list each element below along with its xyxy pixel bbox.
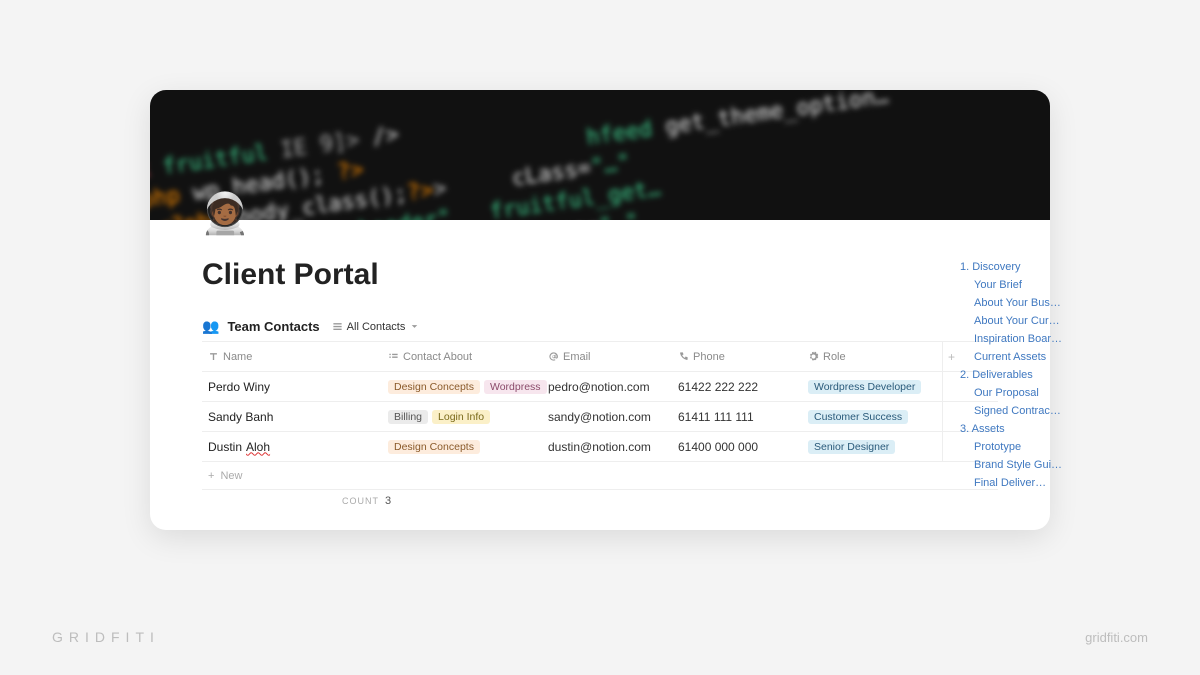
cell-name[interactable]: Dustin Aloh — [202, 440, 382, 454]
people-icon: 👥 — [202, 318, 219, 335]
toc-subitem[interactable]: Prototype — [960, 438, 1090, 456]
cell-contact-about[interactable]: Design ConceptsWordpress — [382, 380, 542, 394]
toc-subitem[interactable]: About Your Bus… — [960, 294, 1090, 312]
col-role[interactable]: Role — [802, 351, 942, 363]
row-trailing-space — [942, 402, 960, 431]
toc-subitem[interactable]: Current Assets — [960, 348, 1090, 366]
tag: Customer Success — [808, 410, 908, 424]
table-of-contents: 1. DiscoveryYour BriefAbout Your Bus…Abo… — [960, 258, 1090, 492]
cell-role[interactable]: Customer Success — [802, 410, 942, 424]
toc-heading[interactable]: 2. Deliverables — [960, 366, 1090, 384]
contacts-table: Name Contact About Email Phone Role — [202, 341, 998, 490]
toc-heading[interactable]: 1. Discovery — [960, 258, 1090, 276]
list-icon — [388, 351, 399, 362]
brand-right: gridfiti.com — [1085, 630, 1148, 645]
toc-subitem[interactable]: Signed Contrac… — [960, 402, 1090, 420]
tag: Design Concepts — [388, 380, 480, 394]
at-icon — [548, 351, 559, 362]
brand-left: GRIDFITI — [52, 629, 160, 645]
cover-code-art: <link fruitful IE 9]> /> <?php wp_head()… — [150, 90, 1050, 220]
cell-name[interactable]: Sandy Banh — [202, 410, 382, 424]
app-card: <link fruitful IE 9]> /> <?php wp_head()… — [150, 90, 1050, 530]
page-title: Client Portal — [202, 258, 998, 292]
database-header: 👥 Team Contacts All Contacts — [202, 318, 998, 335]
toc-subitem[interactable]: Final Deliver… — [960, 474, 1090, 492]
cell-phone[interactable]: 61422 222 222 — [672, 380, 802, 394]
tag: Billing — [388, 410, 428, 424]
cell-email[interactable]: dustin@notion.com — [542, 440, 672, 454]
chevron-down-icon — [409, 321, 420, 332]
table-header-row: Name Contact About Email Phone Role — [202, 342, 998, 372]
page-content: Client Portal 👥 Team Contacts All Contac… — [150, 220, 1050, 522]
tag: Wordpress Developer — [808, 380, 921, 394]
row-trailing-space — [942, 372, 960, 401]
col-phone[interactable]: Phone — [672, 351, 802, 363]
cell-phone[interactable]: 61400 000 000 — [672, 440, 802, 454]
toc-subitem[interactable]: Inspiration Boar… — [960, 330, 1090, 348]
col-name[interactable]: Name — [202, 351, 382, 363]
row-trailing-space — [942, 432, 960, 461]
col-contact-about[interactable]: Contact About — [382, 351, 542, 363]
cell-name[interactable]: Perdo Winy — [202, 380, 382, 394]
cover-image: <link fruitful IE 9]> /> <?php wp_head()… — [150, 90, 1050, 220]
table-row[interactable]: Perdo WinyDesign ConceptsWordpresspedro@… — [202, 372, 998, 402]
toc-subitem[interactable]: Our Proposal — [960, 384, 1090, 402]
toc-subitem[interactable]: Brand Style Gui… — [960, 456, 1090, 474]
plus-icon: + — [208, 470, 214, 482]
count-summary: COUNT 3 — [202, 490, 998, 512]
tag: Wordpress — [484, 380, 547, 394]
text-icon — [208, 351, 219, 362]
toc-subitem[interactable]: Your Brief — [960, 276, 1090, 294]
table-icon — [332, 321, 343, 332]
cell-email[interactable]: pedro@notion.com — [542, 380, 672, 394]
view-label: All Contacts — [347, 321, 406, 333]
tag: Login Info — [432, 410, 490, 424]
database-title[interactable]: Team Contacts — [227, 319, 319, 334]
toc-subitem[interactable]: About Your Cur… — [960, 312, 1090, 330]
cell-email[interactable]: sandy@notion.com — [542, 410, 672, 424]
phone-icon — [678, 351, 689, 362]
gear-icon — [808, 351, 819, 362]
add-column-button[interactable]: + — [942, 342, 960, 371]
col-email[interactable]: Email — [542, 351, 672, 363]
cell-contact-about[interactable]: Billing Login Info — [382, 410, 542, 424]
cell-role[interactable]: Wordpress Developer — [802, 380, 942, 394]
view-selector[interactable]: All Contacts — [328, 319, 425, 335]
table-row[interactable]: Dustin Aloh Design Concepts dustin@notion.… — [202, 432, 998, 462]
cell-role[interactable]: Senior Designer — [802, 440, 942, 454]
new-row-button[interactable]: + New — [202, 462, 998, 490]
tag: Senior Designer — [808, 440, 895, 454]
table-row[interactable]: Sandy Banh Billing Login Info sandy@notion.… — [202, 402, 998, 432]
cell-phone[interactable]: 61411 111 111 — [672, 410, 802, 424]
tag: Design Concepts — [388, 440, 480, 454]
toc-heading[interactable]: 3. Assets — [960, 420, 1090, 438]
cell-contact-about[interactable]: Design Concepts — [382, 440, 542, 454]
